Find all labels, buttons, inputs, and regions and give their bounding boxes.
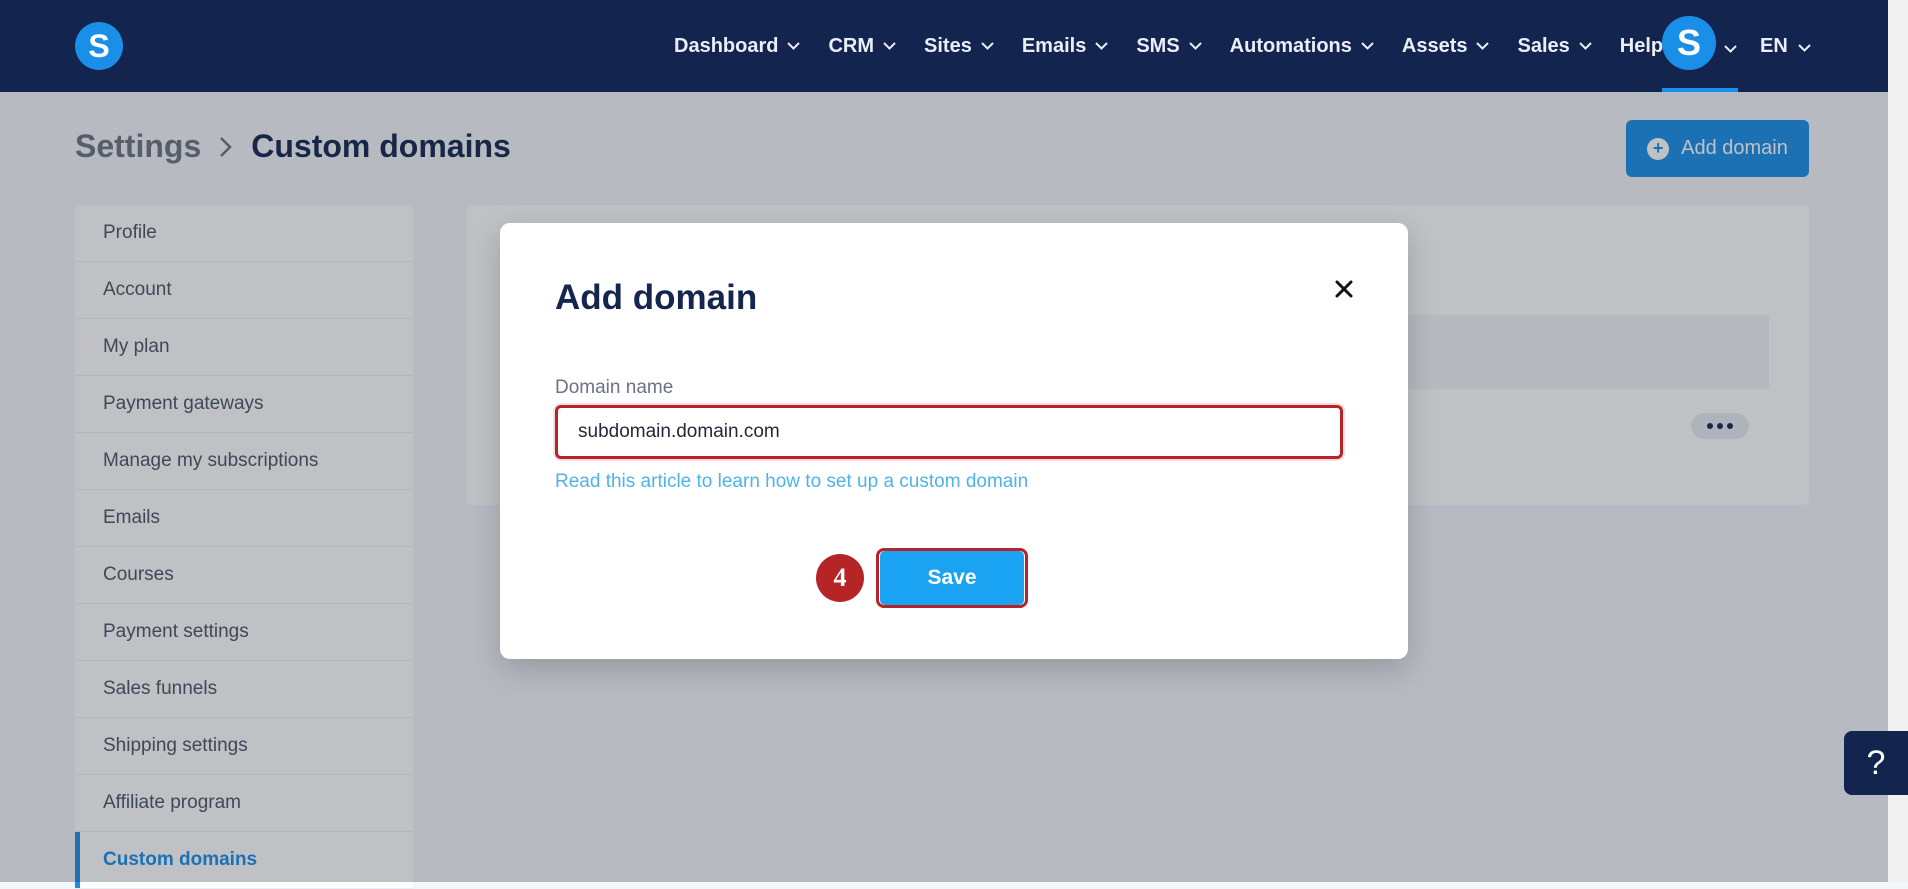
nav-item-dashboard[interactable]: Dashboard [674,34,801,58]
chevron-down-icon [1798,35,1811,58]
nav-item-label: CRM [828,34,875,57]
nav-item-assets[interactable]: Assets [1402,35,1490,58]
app-logo[interactable]: S [75,22,123,70]
top-navigation-bar: S Dashboard CRM Sites Emails SMS Automations A… [0,0,1888,92]
nav-item-sms[interactable]: SMS [1136,34,1202,58]
nav-item-crm[interactable]: CRM [828,35,896,58]
main-menu: Dashboard CRM Sites Emails SMS Automations Ass… [674,0,1739,92]
chevron-down-icon [981,42,994,50]
nav-item-sales[interactable]: Sales [1517,34,1592,58]
save-button[interactable]: Save [880,551,1024,605]
close-icon[interactable] [1330,275,1358,303]
chevron-down-icon [787,42,801,50]
avatar[interactable]: S [1662,16,1716,70]
chevron-down-icon [1476,42,1490,50]
nav-item-label: Assets [1401,34,1468,57]
step-badge: 4 [816,554,864,602]
language-label: EN [1760,34,1788,57]
nav-item-emails[interactable]: Emails [1021,34,1109,58]
user-menu[interactable]: S [1662,0,1738,92]
chevron-down-icon [1095,42,1109,50]
chevron-down-icon [1724,40,1737,58]
nav-item-label: SMS [1136,34,1180,57]
help-article-link[interactable]: Read this article to learn how to set up… [555,471,1028,493]
nav-item-label: Dashboard [674,34,779,57]
language-selector[interactable]: EN [1760,0,1811,92]
nav-item-label: Automations [1229,34,1352,57]
nav-item-help[interactable]: Help [1620,35,1663,58]
chevron-down-icon [1188,42,1202,50]
nav-item-label: Sales [1517,34,1570,57]
chevron-down-icon [1579,42,1592,50]
nav-item-sites[interactable]: Sites [924,35,994,58]
add-domain-modal: Add domain Domain name Read this article… [500,223,1408,659]
nav-item-label: Emails [1021,34,1087,57]
nav-item-label: Sites [924,34,972,57]
domain-name-label: Domain name [555,377,674,398]
nav-item-label: Help [1619,34,1664,57]
modal-title: Add domain [555,278,758,317]
help-button[interactable]: ? [1844,731,1908,795]
chevron-down-icon [883,42,896,50]
domain-name-input[interactable] [555,405,1343,459]
chevron-down-icon [1361,42,1374,50]
nav-item-automations[interactable]: Automations [1230,35,1374,58]
